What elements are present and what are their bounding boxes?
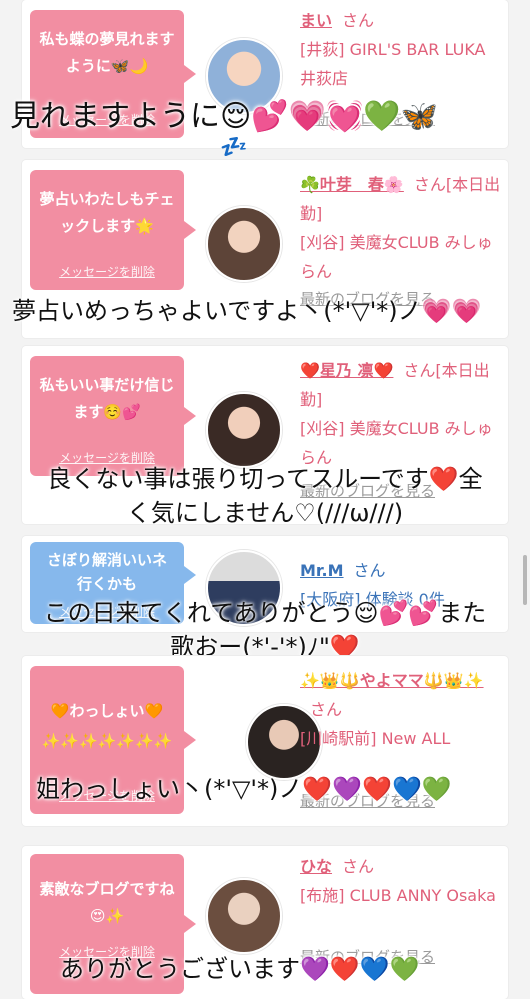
user-name-link[interactable]: ☘️叶芽 春🌸: [300, 175, 404, 194]
message-text: 私も蝶の夢見れますように🦋🌙: [39, 30, 175, 75]
shop-detail: [川崎駅前] New ALL: [300, 729, 451, 748]
avatar[interactable]: [206, 392, 282, 468]
user-info: ❤️星乃 凛❤️ さん[本日出勤] [刈谷] 美魔女CLUB みしゅらん: [300, 356, 504, 472]
message-text: 夢占いわたしもチェックします🌟: [39, 190, 175, 235]
reply-text: 夢占いめっちゃよいですよ丶(*'▽'*)ノ💗💗: [12, 297, 482, 325]
shop-detail: [布施] CLUB ANNY Osaka: [300, 886, 496, 905]
honorific: さん: [342, 857, 375, 876]
delete-message-link[interactable]: メッセージを削除: [30, 263, 184, 280]
message-text: 素敵なブログですね😍✨: [39, 880, 175, 925]
user-name-link[interactable]: ✨👑🔱やよママ🔱👑✨: [300, 671, 484, 690]
user-info: ☘️叶芽 春🌸 さん[本日出勤] [刈谷] 美魔女CLUB みしゅらん: [300, 170, 504, 286]
avatar[interactable]: [206, 878, 282, 954]
user-name-link[interactable]: ひな: [300, 857, 332, 876]
shop-detail: [刈谷] 美魔女CLUB みしゅらん: [300, 233, 493, 281]
honorific: さん: [342, 11, 375, 30]
sleep-icon: 💤: [220, 135, 248, 160]
message-text: 🧡わっしょい🧡 ✨✨✨✨✨✨✨: [41, 702, 173, 750]
reply-text: この日来てくれてありがとう😌💕💕また 歌おー(*'-'*)ﾉ"❤️: [0, 596, 530, 664]
honorific: さん: [353, 561, 386, 580]
message-bubble: 私もいい事だけ信じます☺️💕 メッセージを削除: [30, 356, 196, 476]
shop-detail: [井荻] GIRL'S BAR LUKA 井荻店: [300, 40, 502, 88]
avatar[interactable]: [206, 206, 282, 282]
reply-text: 良くない事は張り切ってスルーです❤️全 く気にしません♡(///ω///): [0, 462, 530, 530]
message-text: 私もいい事だけ信じます☺️💕: [39, 376, 175, 421]
reply-line-1: この日来てくれてありがとう😌💕💕また: [43, 599, 487, 627]
reply-text: 姐わっしょい丶(*'▽'*)ノ❤️💜❤️💙💚: [36, 775, 452, 803]
honorific: さん: [310, 700, 343, 719]
user-info: ひな さん [布施] CLUB ANNY Osaka: [300, 852, 504, 910]
shop-detail: [刈谷] 美魔女CLUB みしゅらん: [300, 419, 493, 467]
reply-text: ありがとうございます💜❤️💙💚: [60, 955, 420, 983]
user-info: まい さん [井荻] GIRL'S BAR LUKA 井荻店: [300, 6, 504, 93]
message-text: さぼり解消いいネ 行くかも: [46, 551, 183, 593]
reply-line-2: く気にしません♡(///ω///): [126, 499, 404, 527]
user-info: ✨👑🔱やよママ🔱👑✨ さん [川崎駅前] New ALL: [300, 666, 504, 753]
reply-line-1: 良くない事は張り切ってスルーです❤️全: [47, 465, 483, 493]
user-name-link[interactable]: まい: [300, 11, 332, 30]
user-name-link[interactable]: Mr.M: [300, 561, 344, 580]
message-bubble: 夢占いわたしもチェックします🌟 メッセージを削除: [30, 170, 196, 290]
scrollbar[interactable]: [523, 555, 527, 605]
user-name-link[interactable]: ❤️星乃 凛❤️: [300, 361, 393, 380]
reply-text: 見れますように😌💕💗💓💚🦋: [10, 99, 439, 134]
